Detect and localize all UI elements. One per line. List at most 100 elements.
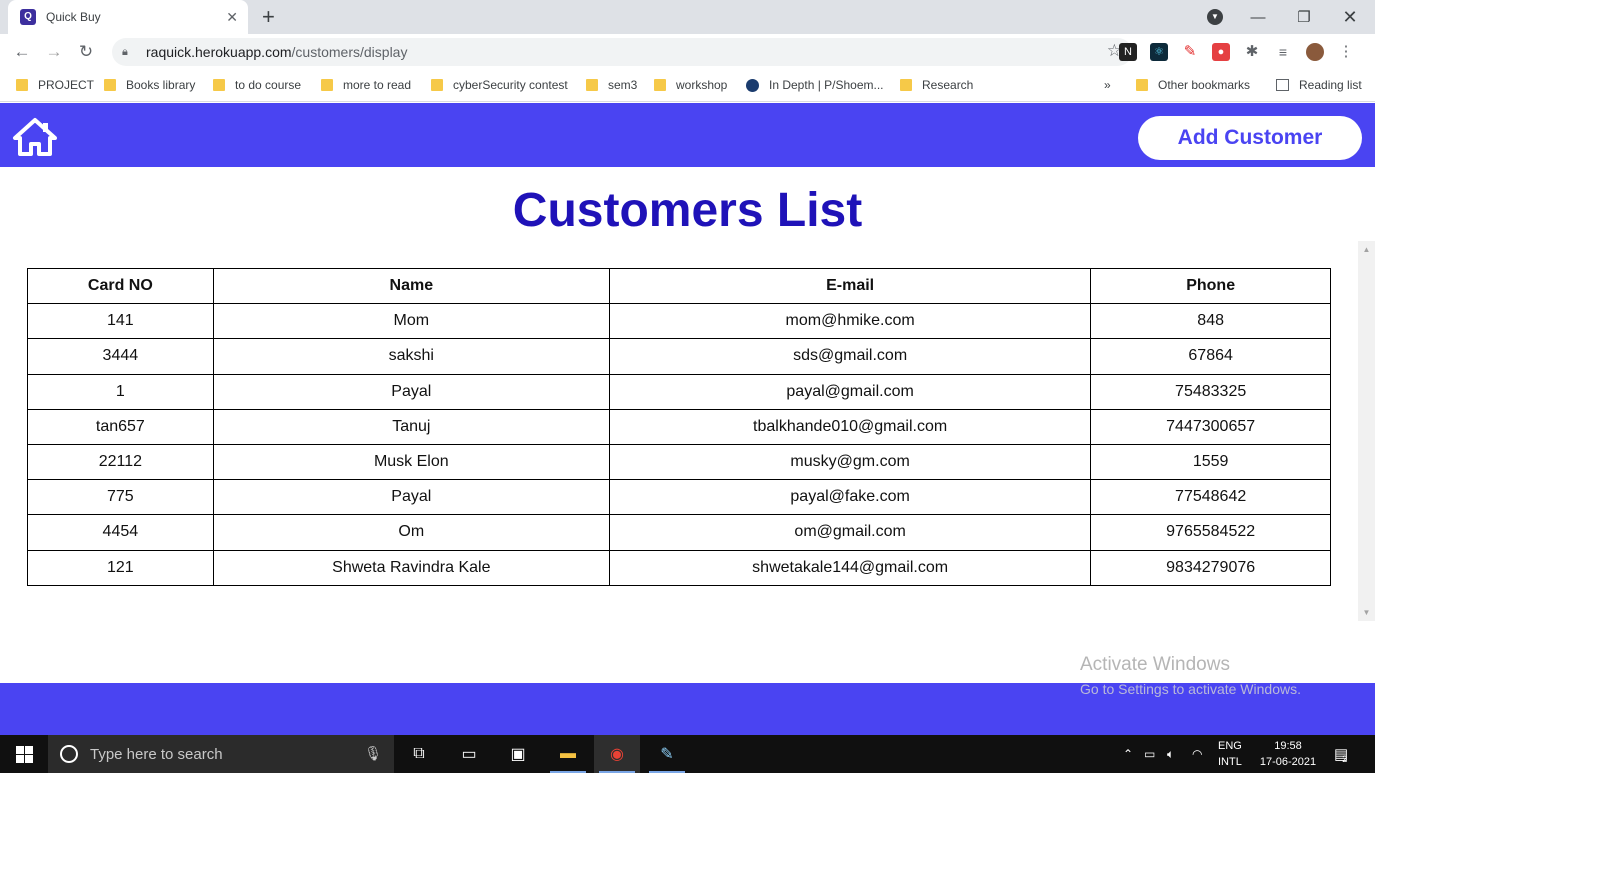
reading-list[interactable]: Reading list — [1276, 78, 1362, 92]
column-header: Name — [212, 267, 610, 305]
site-navbar: Add Customer — [0, 103, 1375, 167]
site-favicon-icon: Q — [20, 9, 36, 25]
column-header: Phone — [1090, 267, 1331, 305]
microphone-icon[interactable]: 🎙︎ — [364, 745, 382, 762]
tab-title: Quick Buy — [46, 10, 101, 24]
url-text: raquick.herokuapp.com/customers/display — [146, 44, 408, 60]
email-cell: sds@gmail.com — [608, 338, 1092, 375]
phone-cell: 77548642 — [1090, 479, 1331, 516]
tab-search-icon[interactable]: ▼ — [1207, 9, 1223, 25]
bookmarks-overflow-button[interactable]: » — [1104, 78, 1111, 92]
bookmark-item[interactable]: In Depth | P/Shoem... — [746, 78, 884, 92]
phone-cell: 75483325 — [1090, 373, 1331, 410]
system-clock[interactable]: 19:58 17-06-2021 — [1252, 738, 1324, 770]
show-hidden-icons[interactable]: ⌃ — [1123, 735, 1133, 773]
card-no-cell: 3444 — [27, 338, 214, 375]
profile-avatar[interactable] — [1306, 43, 1324, 61]
card-no-cell: 775 — [27, 479, 214, 516]
chrome-icon[interactable]: ◉ — [594, 735, 640, 773]
paint-icon[interactable]: ✎ — [644, 735, 690, 773]
phone-cell: 9834279076 — [1090, 549, 1331, 586]
volume-icon[interactable]: 🔈︎ — [1167, 735, 1174, 773]
card-no-cell: 4454 — [27, 514, 214, 551]
browser-toolbar: ← → ↻ 🔒︎ raquick.herokuapp.com/customers… — [0, 34, 1375, 70]
bookmark-item[interactable]: Books library — [104, 78, 195, 92]
taskbar: Type here to search 🎙︎ ⧉ ▭ ▣ ▬ ◉ ✎ ⌃ ▭ 🔈… — [0, 735, 1375, 773]
bookmarks-bar: PROJECT Books library to do course more … — [0, 70, 1375, 102]
bookmark-item[interactable]: cyberSecurity contest — [431, 78, 568, 92]
site-globe-icon — [746, 78, 759, 92]
browser-menu-icon[interactable]: ⋮ — [1337, 43, 1355, 61]
folder-icon — [213, 79, 225, 91]
task-view-icon[interactable]: ⧉ — [396, 735, 442, 773]
folder-icon — [16, 79, 28, 91]
home-icon[interactable] — [12, 117, 58, 157]
email-cell: tbalkhande010@gmail.com — [608, 408, 1092, 445]
add-customer-button[interactable]: Add Customer — [1138, 116, 1362, 160]
column-header: Card NO — [27, 267, 214, 305]
extension-react-icon[interactable]: ⚛ — [1150, 43, 1168, 61]
app-window-icon[interactable]: ▭ — [446, 735, 492, 773]
name-cell: sakshi — [212, 338, 610, 375]
file-explorer-icon[interactable]: ▬ — [545, 735, 591, 773]
terminal-icon[interactable]: ▣ — [495, 735, 541, 773]
bookmark-item[interactable]: PROJECT — [16, 78, 94, 92]
tab-quick-buy[interactable]: Q Quick Buy ✕ — [8, 0, 248, 34]
card-no-cell: 121 — [27, 549, 214, 586]
table-row: 1 Payal payal@gmail.com 75483325 — [27, 373, 1331, 410]
customers-table: Card NO Name E-mail Phone 141 Mom mom@hm… — [27, 267, 1331, 586]
start-button[interactable] — [0, 735, 48, 773]
name-cell: Om — [212, 514, 610, 551]
extension-pen-icon[interactable]: ✎ — [1181, 43, 1199, 61]
bookmark-item[interactable]: more to read — [321, 78, 411, 92]
email-cell: mom@hmike.com — [608, 303, 1092, 340]
battery-icon[interactable]: ▭ — [1144, 735, 1155, 773]
other-bookmarks[interactable]: Other bookmarks — [1136, 78, 1250, 92]
extension-red-icon[interactable]: ● — [1212, 43, 1230, 61]
extensions-puzzle-icon[interactable]: ✱ — [1243, 43, 1261, 61]
card-no-cell: 22112 — [27, 443, 214, 481]
phone-cell: 9765584522 — [1090, 514, 1331, 551]
notification-icon[interactable]: ▤ 2 — [1334, 735, 1348, 773]
screen: Q Quick Buy ✕ + ▼ — ❐ ✕ ← → ↻ 🔒︎ raquick… — [0, 0, 1622, 872]
scroll-up-icon[interactable]: ▲ — [1358, 245, 1375, 254]
forward-button[interactable]: → — [42, 40, 66, 64]
reload-button[interactable]: ↻ — [74, 40, 98, 64]
activation-watermark-subtitle: Go to Settings to activate Windows. — [1080, 681, 1301, 697]
address-bar[interactable]: 🔒︎ raquick.herokuapp.com/customers/displ… — [112, 38, 1132, 66]
table-scrollbar[interactable]: ▲ ▼ — [1358, 241, 1375, 621]
name-cell: Shweta Ravindra Kale — [212, 549, 610, 586]
table-row: 121 Shweta Ravindra Kale shwetakale144@g… — [27, 549, 1331, 586]
table-row: 141 Mom mom@hmike.com 848 — [27, 303, 1331, 340]
extension-notion-icon[interactable]: N — [1119, 43, 1137, 61]
taskbar-search-box[interactable]: Type here to search 🎙︎ — [48, 735, 394, 773]
bookmark-item[interactable]: to do course — [213, 78, 301, 92]
phone-cell: 7447300657 — [1090, 408, 1331, 445]
windows-logo-icon — [15, 745, 33, 763]
media-control-icon[interactable]: ≡ — [1274, 43, 1292, 61]
activation-watermark-title: Activate Windows — [1080, 654, 1230, 675]
card-no-cell: tan657 — [27, 408, 214, 445]
name-cell: Payal — [212, 479, 610, 516]
name-cell: Mom — [212, 303, 610, 340]
back-button[interactable]: ← — [10, 40, 34, 64]
folder-icon — [586, 79, 598, 91]
bookmark-item[interactable]: Research — [900, 78, 973, 92]
folder-icon — [654, 79, 666, 91]
close-tab-icon[interactable]: ✕ — [226, 9, 238, 26]
cortana-icon — [60, 745, 78, 763]
table-row: 775 Payal payal@fake.com 77548642 — [27, 479, 1331, 516]
bookmark-item[interactable]: sem3 — [586, 78, 637, 92]
email-cell: om@gmail.com — [608, 514, 1092, 551]
close-window-button[interactable]: ✕ — [1327, 0, 1373, 34]
bookmark-item[interactable]: workshop — [654, 78, 727, 92]
phone-cell: 848 — [1090, 303, 1331, 340]
new-tab-button[interactable]: + — [262, 4, 275, 30]
scroll-down-icon[interactable]: ▼ — [1358, 608, 1375, 617]
input-language[interactable]: ENG INTL — [1218, 738, 1242, 770]
restore-button[interactable]: ❐ — [1281, 0, 1327, 34]
phone-cell: 67864 — [1090, 338, 1331, 375]
minimize-button[interactable]: — — [1235, 0, 1281, 34]
wifi-icon[interactable]: ◠ — [1192, 735, 1202, 773]
table-row: 22112 Musk Elon musky@gm.com 1559 — [27, 443, 1331, 481]
